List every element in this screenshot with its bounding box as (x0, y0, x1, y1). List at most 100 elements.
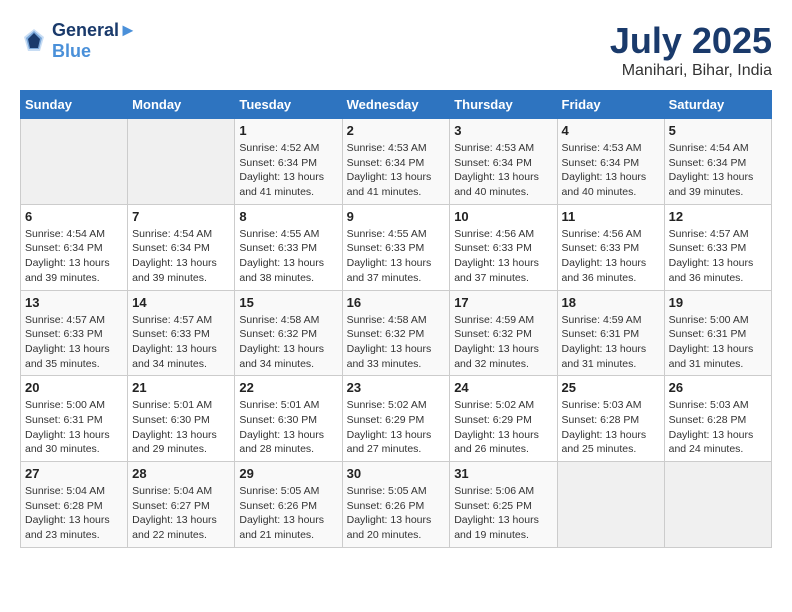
calendar-table: SundayMondayTuesdayWednesdayThursdayFrid… (20, 90, 772, 548)
day-number: 10 (454, 209, 552, 224)
logo: General► Blue (20, 20, 137, 62)
day-number: 29 (239, 466, 337, 481)
day-info: Sunrise: 4:59 AM Sunset: 6:32 PM Dayligh… (454, 313, 552, 372)
calendar-cell: 25 Sunrise: 5:03 AM Sunset: 6:28 PM Dayli… (557, 376, 664, 462)
weekday-header: Tuesday (235, 91, 342, 119)
day-info: Sunrise: 5:04 AM Sunset: 6:28 PM Dayligh… (25, 484, 123, 543)
day-info: Sunrise: 4:59 AM Sunset: 6:31 PM Dayligh… (562, 313, 660, 372)
day-info: Sunrise: 5:02 AM Sunset: 6:29 PM Dayligh… (454, 398, 552, 457)
location: Manihari, Bihar, India (610, 62, 772, 80)
calendar-cell: 23Sunrise: 5:02 AM Sunset: 6:29 PM Dayli… (342, 376, 450, 462)
day-info: Sunrise: 4:55 AM Sunset: 6:33 PM Dayligh… (239, 227, 337, 286)
calendar-week-row: 13 Sunrise: 4:57 AM Sunset: 6:33 PM Dayli… (21, 290, 772, 376)
day-number: 13 (25, 295, 123, 310)
day-info: Sunrise: 5:05 AM Sunset: 6:26 PM Dayligh… (347, 484, 446, 543)
calendar-cell: 6Sunrise: 4:54 AM Sunset: 6:34 PM Daylig… (21, 204, 128, 290)
day-number: 9 (347, 209, 446, 224)
calendar-cell: 5Sunrise: 4:54 AM Sunset: 6:34 PM Daylig… (664, 119, 771, 205)
logo-text: General► Blue (52, 20, 137, 62)
calendar-cell: 8 Sunrise: 4:55 AM Sunset: 6:33 PM Daylig… (235, 204, 342, 290)
calendar-cell: 9Sunrise: 4:55 AM Sunset: 6:33 PM Daylig… (342, 204, 450, 290)
weekday-header: Saturday (664, 91, 771, 119)
day-info: Sunrise: 4:57 AM Sunset: 6:33 PM Dayligh… (25, 313, 123, 372)
calendar-week-row: 27 Sunrise: 5:04 AM Sunset: 6:28 PM Dayli… (21, 462, 772, 548)
day-info: Sunrise: 5:01 AM Sunset: 6:30 PM Dayligh… (132, 398, 230, 457)
day-info: Sunrise: 5:02 AM Sunset: 6:29 PM Dayligh… (347, 398, 446, 457)
day-number: 12 (669, 209, 767, 224)
calendar-cell: 19 Sunrise: 5:00 AM Sunset: 6:31 PM Dayli… (664, 290, 771, 376)
day-number: 25 (562, 380, 660, 395)
day-info: Sunrise: 5:03 AM Sunset: 6:28 PM Dayligh… (562, 398, 660, 457)
calendar-cell: 28 Sunrise: 5:04 AM Sunset: 6:27 PM Dayli… (128, 462, 235, 548)
calendar-week-row: 20 Sunrise: 5:00 AM Sunset: 6:31 PM Dayli… (21, 376, 772, 462)
day-number: 3 (454, 123, 552, 138)
day-info: Sunrise: 4:58 AM Sunset: 6:32 PM Dayligh… (239, 313, 337, 372)
day-number: 18 (562, 295, 660, 310)
weekday-header: Monday (128, 91, 235, 119)
calendar-cell: 18 Sunrise: 4:59 AM Sunset: 6:31 PM Dayli… (557, 290, 664, 376)
day-info: Sunrise: 5:01 AM Sunset: 6:30 PM Dayligh… (239, 398, 337, 457)
calendar-cell (557, 462, 664, 548)
day-number: 15 (239, 295, 337, 310)
day-info: Sunrise: 5:00 AM Sunset: 6:31 PM Dayligh… (669, 313, 767, 372)
day-number: 4 (562, 123, 660, 138)
day-number: 20 (25, 380, 123, 395)
calendar-cell: 24Sunrise: 5:02 AM Sunset: 6:29 PM Dayli… (450, 376, 557, 462)
day-info: Sunrise: 5:03 AM Sunset: 6:28 PM Dayligh… (669, 398, 767, 457)
calendar-cell (128, 119, 235, 205)
day-number: 5 (669, 123, 767, 138)
day-number: 14 (132, 295, 230, 310)
calendar-cell: 20 Sunrise: 5:00 AM Sunset: 6:31 PM Dayli… (21, 376, 128, 462)
day-info: Sunrise: 4:56 AM Sunset: 6:33 PM Dayligh… (454, 227, 552, 286)
day-number: 1 (239, 123, 337, 138)
day-info: Sunrise: 4:53 AM Sunset: 6:34 PM Dayligh… (347, 141, 446, 200)
calendar-cell: 21 Sunrise: 5:01 AM Sunset: 6:30 PM Dayli… (128, 376, 235, 462)
day-number: 7 (132, 209, 230, 224)
calendar-cell: 2 Sunrise: 4:53 AM Sunset: 6:34 PM Daylig… (342, 119, 450, 205)
calendar-cell (21, 119, 128, 205)
day-number: 11 (562, 209, 660, 224)
calendar-cell: 16Sunrise: 4:58 AM Sunset: 6:32 PM Dayli… (342, 290, 450, 376)
day-number: 6 (25, 209, 123, 224)
weekday-header: Friday (557, 91, 664, 119)
calendar-cell: 15 Sunrise: 4:58 AM Sunset: 6:32 PM Dayli… (235, 290, 342, 376)
day-number: 21 (132, 380, 230, 395)
day-info: Sunrise: 5:00 AM Sunset: 6:31 PM Dayligh… (25, 398, 123, 457)
calendar-cell (664, 462, 771, 548)
calendar-cell: 22 Sunrise: 5:01 AM Sunset: 6:30 PM Dayli… (235, 376, 342, 462)
calendar-cell: 27 Sunrise: 5:04 AM Sunset: 6:28 PM Dayli… (21, 462, 128, 548)
calendar-cell: 12 Sunrise: 4:57 AM Sunset: 6:33 PM Dayli… (664, 204, 771, 290)
calendar-cell: 7 Sunrise: 4:54 AM Sunset: 6:34 PM Daylig… (128, 204, 235, 290)
calendar-cell: 14 Sunrise: 4:57 AM Sunset: 6:33 PM Dayli… (128, 290, 235, 376)
day-number: 8 (239, 209, 337, 224)
day-number: 26 (669, 380, 767, 395)
day-info: Sunrise: 4:57 AM Sunset: 6:33 PM Dayligh… (669, 227, 767, 286)
calendar-cell: 31Sunrise: 5:06 AM Sunset: 6:25 PM Dayli… (450, 462, 557, 548)
weekday-header: Wednesday (342, 91, 450, 119)
day-info: Sunrise: 4:53 AM Sunset: 6:34 PM Dayligh… (454, 141, 552, 200)
logo-icon (20, 27, 48, 55)
day-number: 27 (25, 466, 123, 481)
page-header: General► Blue July 2025 Manihari, Bihar,… (20, 20, 772, 80)
day-info: Sunrise: 4:54 AM Sunset: 6:34 PM Dayligh… (132, 227, 230, 286)
weekday-header: Sunday (21, 91, 128, 119)
day-info: Sunrise: 4:53 AM Sunset: 6:34 PM Dayligh… (562, 141, 660, 200)
month-title: July 2025 (610, 20, 772, 62)
day-info: Sunrise: 5:04 AM Sunset: 6:27 PM Dayligh… (132, 484, 230, 543)
day-info: Sunrise: 4:56 AM Sunset: 6:33 PM Dayligh… (562, 227, 660, 286)
calendar-cell: 11 Sunrise: 4:56 AM Sunset: 6:33 PM Dayli… (557, 204, 664, 290)
calendar-cell: 30 Sunrise: 5:05 AM Sunset: 6:26 PM Dayli… (342, 462, 450, 548)
day-number: 19 (669, 295, 767, 310)
day-number: 2 (347, 123, 446, 138)
day-number: 28 (132, 466, 230, 481)
day-info: Sunrise: 4:57 AM Sunset: 6:33 PM Dayligh… (132, 313, 230, 372)
title-block: July 2025 Manihari, Bihar, India (610, 20, 772, 80)
day-info: Sunrise: 4:58 AM Sunset: 6:32 PM Dayligh… (347, 313, 446, 372)
calendar-cell: 17 Sunrise: 4:59 AM Sunset: 6:32 PM Dayli… (450, 290, 557, 376)
day-number: 17 (454, 295, 552, 310)
calendar-cell: 3 Sunrise: 4:53 AM Sunset: 6:34 PM Daylig… (450, 119, 557, 205)
day-number: 22 (239, 380, 337, 395)
day-number: 30 (347, 466, 446, 481)
calendar-cell: 1Sunrise: 4:52 AM Sunset: 6:34 PM Daylig… (235, 119, 342, 205)
calendar-week-row: 6 Sunrise: 4:54 AM Sunset: 6:34 PM Daylig… (21, 204, 772, 290)
